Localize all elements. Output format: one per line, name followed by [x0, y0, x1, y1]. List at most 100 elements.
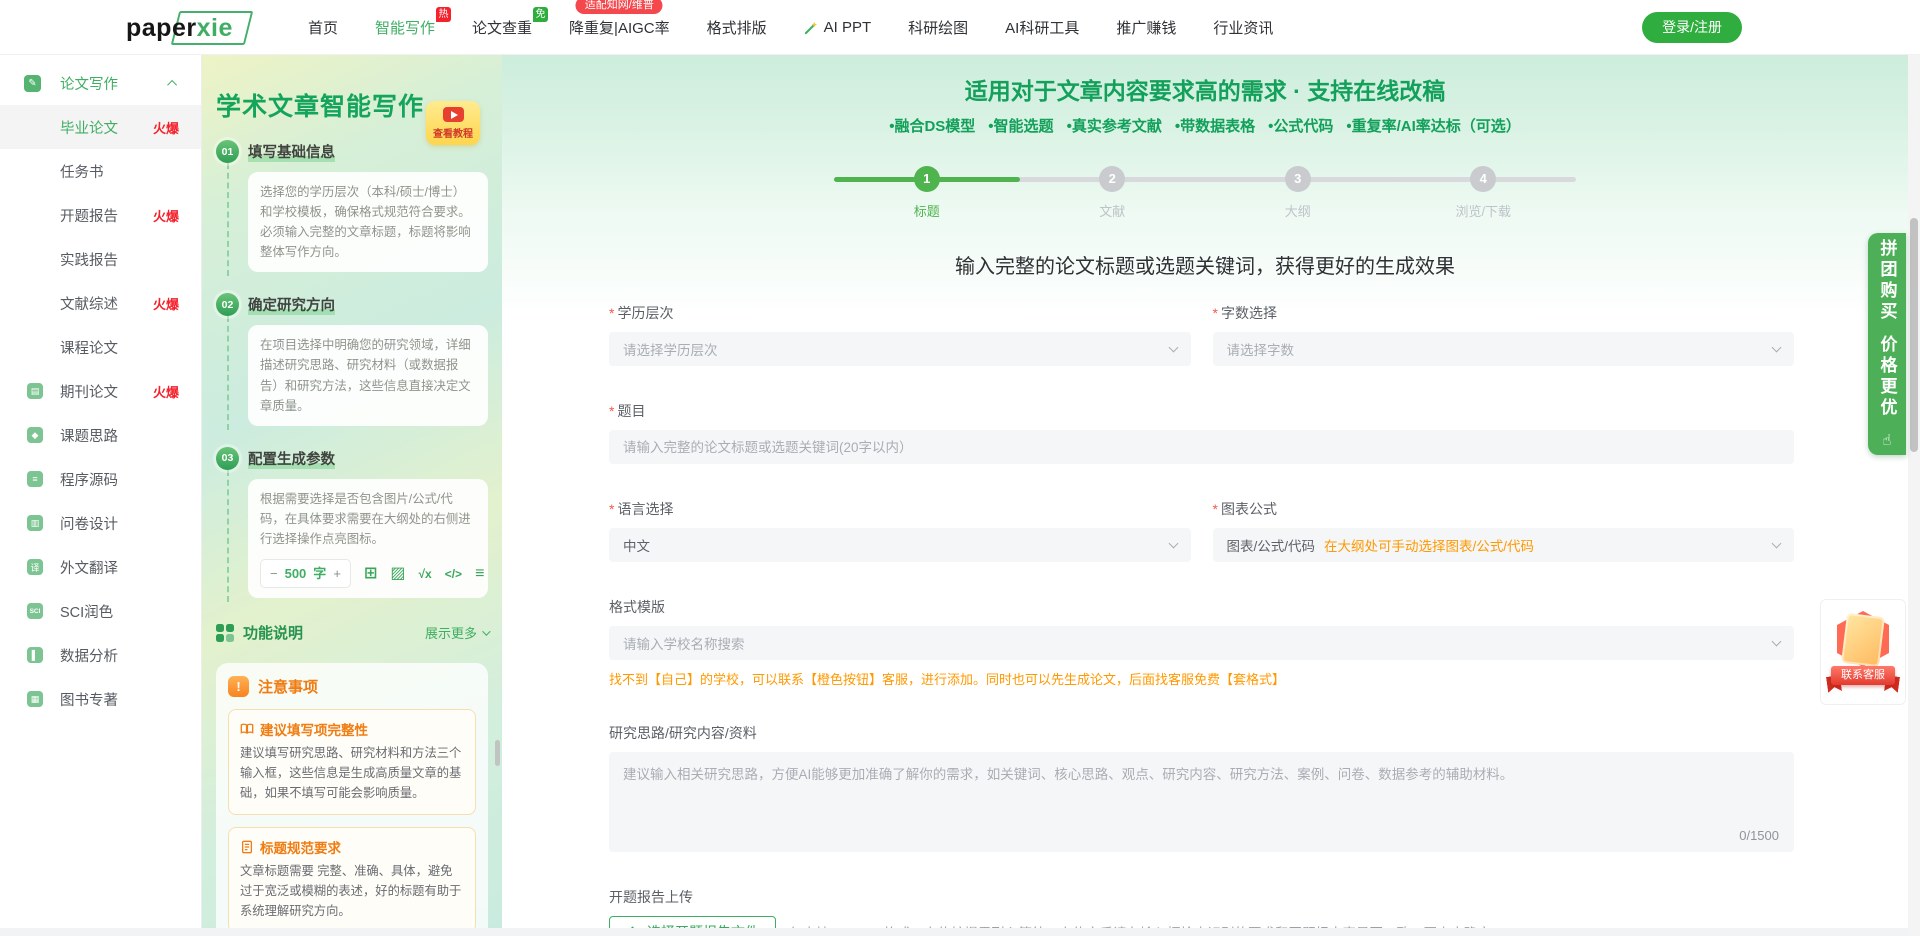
chart-formula-note: 在大纲处可手动选择图表/公式/代码: [1324, 535, 1534, 555]
template-hint: 找不到【自己】的学校，可以联系【橙色按钮】客服，进行添加。同时也可以先生成论文，…: [609, 669, 1794, 688]
step-number-badge: 01: [216, 140, 239, 163]
sidebar-item-source-code[interactable]: ≡ 程序源码: [0, 457, 201, 501]
word-count-stepper[interactable]: − 500 字 +: [260, 559, 351, 588]
chevron-down-icon: [1772, 343, 1782, 353]
paper-writing-icon: ✎: [24, 75, 41, 92]
main-nav: 首页 智能写作 热 论文查重 免 降重复|AIGC率 适配知网/维普 格式排版 …: [308, 0, 1273, 55]
sidebar-section-paper-writing[interactable]: ✎ 论文写作: [0, 61, 201, 105]
progress-step-outline: 3 大纲: [1233, 166, 1363, 220]
vertical-scrollbar-thumb[interactable]: [1910, 218, 1918, 452]
nav-item-sci-drawing[interactable]: 科研绘图: [908, 17, 968, 38]
sidebar-item-course-paper[interactable]: 课程论文: [0, 325, 201, 369]
sidebar-item-literature-review[interactable]: 文献综述 火爆: [0, 281, 201, 325]
hot-tag: 火爆: [153, 206, 179, 225]
char-counter: 0/1500: [1739, 828, 1779, 843]
panel-scrollbar-thumb[interactable]: [495, 740, 500, 766]
step-number-badge: 03: [216, 447, 239, 470]
hero-title: 适用对于文章内容要求高的需求 · 支持在线改稿: [502, 72, 1908, 106]
plus-button[interactable]: +: [333, 563, 341, 584]
chart-formula-select[interactable]: 图表/公式/代码 在大纲处可手动选择图表/公式/代码: [1213, 528, 1795, 562]
formula-icon[interactable]: √x: [418, 568, 431, 580]
sidebar-item-task-book[interactable]: 任务书: [0, 149, 201, 193]
school-template-select[interactable]: 请输入学校名称搜索: [609, 626, 1794, 660]
progress-step-literature: 2 文献: [1047, 166, 1177, 220]
notice-header: ! 注意事项: [228, 676, 476, 697]
group-buy-banner[interactable]: 拼团购买 价格更优 ☝: [1868, 233, 1906, 455]
questionnaire-icon: ▥: [27, 515, 43, 531]
image-icon[interactable]: ▨: [390, 566, 405, 582]
free-badge: 免: [533, 7, 548, 22]
contact-badge: 联系客服: [1830, 609, 1896, 695]
login-register-button[interactable]: 登录/注册: [1642, 12, 1742, 43]
bar-chart-icon: ▌: [27, 647, 43, 663]
sidebar-item-data-analysis[interactable]: ▌ 数据分析: [0, 633, 201, 677]
chevron-down-icon: [482, 627, 490, 635]
education-level-select[interactable]: 请选择学历层次: [609, 332, 1191, 366]
notice-card-completeness: 建议填写项完整性 建议填写研究思路、研究材料和方法三个输入框，这些信息是生成高质…: [228, 709, 476, 815]
guide-step-3-body: 根据需要选择是否包含图片/公式/代码，在具体要求需要在大纲处的右侧进行选择操作点…: [227, 470, 488, 602]
logo[interactable]: paper xie: [120, 11, 245, 45]
guide-step-3-text: 根据需要选择是否包含图片/公式/代码，在具体要求需要在大纲处的右侧进行选择操作点…: [260, 492, 471, 546]
chevron-up-icon: [167, 79, 177, 89]
title-input[interactable]: [609, 430, 1794, 464]
contact-support-label: 联系客服: [1831, 666, 1895, 685]
features-header: 功能说明 展示更多: [216, 622, 488, 643]
sidebar-item-topic-ideas[interactable]: ◆ 课题思路: [0, 413, 201, 457]
hot-badge: 热: [436, 7, 451, 22]
research-textarea[interactable]: [609, 752, 1794, 852]
nav-item-smart-writing[interactable]: 智能写作 热: [375, 17, 435, 38]
nav-item-smart-writing-label: 智能写作: [375, 17, 435, 38]
table-icon[interactable]: ⊞: [364, 566, 377, 582]
contact-support-widget[interactable]: 联系客服: [1820, 599, 1906, 705]
main-content: 适用对于文章内容要求高的需求 · 支持在线改稿 •融合DS模型 •智能选题 •真…: [502, 55, 1908, 928]
nav-item-formatting[interactable]: 格式排版: [707, 17, 767, 38]
list-icon[interactable]: ≡: [475, 566, 484, 582]
nav-item-promotion[interactable]: 推广赚钱: [1116, 17, 1176, 38]
sidebar-item-questionnaire-design[interactable]: ▥ 问卷设计: [0, 501, 201, 545]
word-count-select[interactable]: 请选择字数: [1213, 332, 1795, 366]
minus-button[interactable]: −: [270, 563, 278, 584]
book-icon: ▦: [27, 691, 43, 707]
guide-panel: 学术文章智能写作 查看教程 01 填写基础信息 选择您的学历层次（本科/硕士/博…: [202, 55, 502, 928]
nav-item-industry-news[interactable]: 行业资讯: [1213, 17, 1273, 38]
sidebar-item-practice-report[interactable]: 实践报告: [0, 237, 201, 281]
required-mark: *: [1213, 501, 1218, 517]
research-field: 研究思路/研究内容/资料 0/1500: [609, 723, 1794, 852]
nav-item-plagiarism-check[interactable]: 论文查重 免: [472, 17, 532, 38]
hero: 适用对于文章内容要求高的需求 · 支持在线改稿 •融合DS模型 •智能选题 •真…: [502, 55, 1908, 136]
nav-item-reduce-aigc[interactable]: 降重复|AIGC率 适配知网/维普: [569, 17, 670, 38]
proposal-upload-field: 开题报告上传 选择开题报告文件 仅支持docx/doc格式，上传较慢需耐心等待，…: [609, 887, 1794, 928]
education-level-field: *学历层次 请选择学历层次: [609, 303, 1191, 366]
sidebar-item-journal-paper[interactable]: ▤ 期刊论文 火爆: [0, 369, 201, 413]
required-mark: *: [1213, 305, 1218, 321]
code-icon[interactable]: </>: [445, 568, 462, 580]
sidebar: ✎ 论文写作 毕业论文 火爆 任务书 开题报告 火爆 实践报告 文献综述 火爆 …: [0, 55, 202, 928]
translation-icon: 译: [27, 559, 43, 575]
sidebar-item-book-monograph[interactable]: ▦ 图书专著: [0, 677, 201, 721]
required-mark: *: [609, 403, 614, 419]
language-select[interactable]: 中文: [609, 528, 1191, 562]
nav-item-home[interactable]: 首页: [308, 17, 338, 38]
sidebar-item-sci-polish[interactable]: SCI SCI润色: [0, 589, 201, 633]
guide-step-1-body: 选择您的学历层次（本科/硕士/博士）和学校模板，确保格式规范符合要求。必须输入完…: [227, 163, 488, 276]
guide-step-3-header: 03 配置生成参数: [216, 447, 488, 470]
language-field: *语言选择 中文: [609, 499, 1191, 562]
required-mark: *: [609, 501, 614, 517]
sidebar-item-graduation-thesis[interactable]: 毕业论文 火爆: [0, 105, 201, 149]
nav-item-ai-research-tools[interactable]: AI科研工具: [1005, 17, 1079, 38]
logo-text-xie: xie: [197, 14, 233, 43]
sidebar-section-label: 论文写作: [60, 73, 118, 94]
hot-tag: 火爆: [153, 118, 179, 137]
guide-step-2-header: 02 确定研究方向: [216, 293, 488, 316]
sidebar-item-proposal-report[interactable]: 开题报告 火爆: [0, 193, 201, 237]
view-tutorial-button[interactable]: 查看教程: [426, 101, 480, 145]
sidebar-item-foreign-translation[interactable]: 译 外文翻译: [0, 545, 201, 589]
form-subtitle: 输入完整的论文标题或选题关键词，获得更好的生成效果: [502, 250, 1908, 279]
open-book-icon: [240, 722, 254, 736]
nav-item-ai-ppt[interactable]: AI PPT: [804, 19, 872, 36]
format-template-field: 格式模版 请输入学校名称搜索 找不到【自己】的学校，可以联系【橙色按钮】客服，进…: [609, 597, 1794, 688]
upload-proposal-button[interactable]: 选择开题报告文件: [609, 916, 776, 928]
show-more-button[interactable]: 展示更多: [425, 623, 488, 642]
cnki-compat-badge: 适配知网/维普: [576, 0, 663, 14]
golden-note-icon: [1841, 613, 1885, 667]
